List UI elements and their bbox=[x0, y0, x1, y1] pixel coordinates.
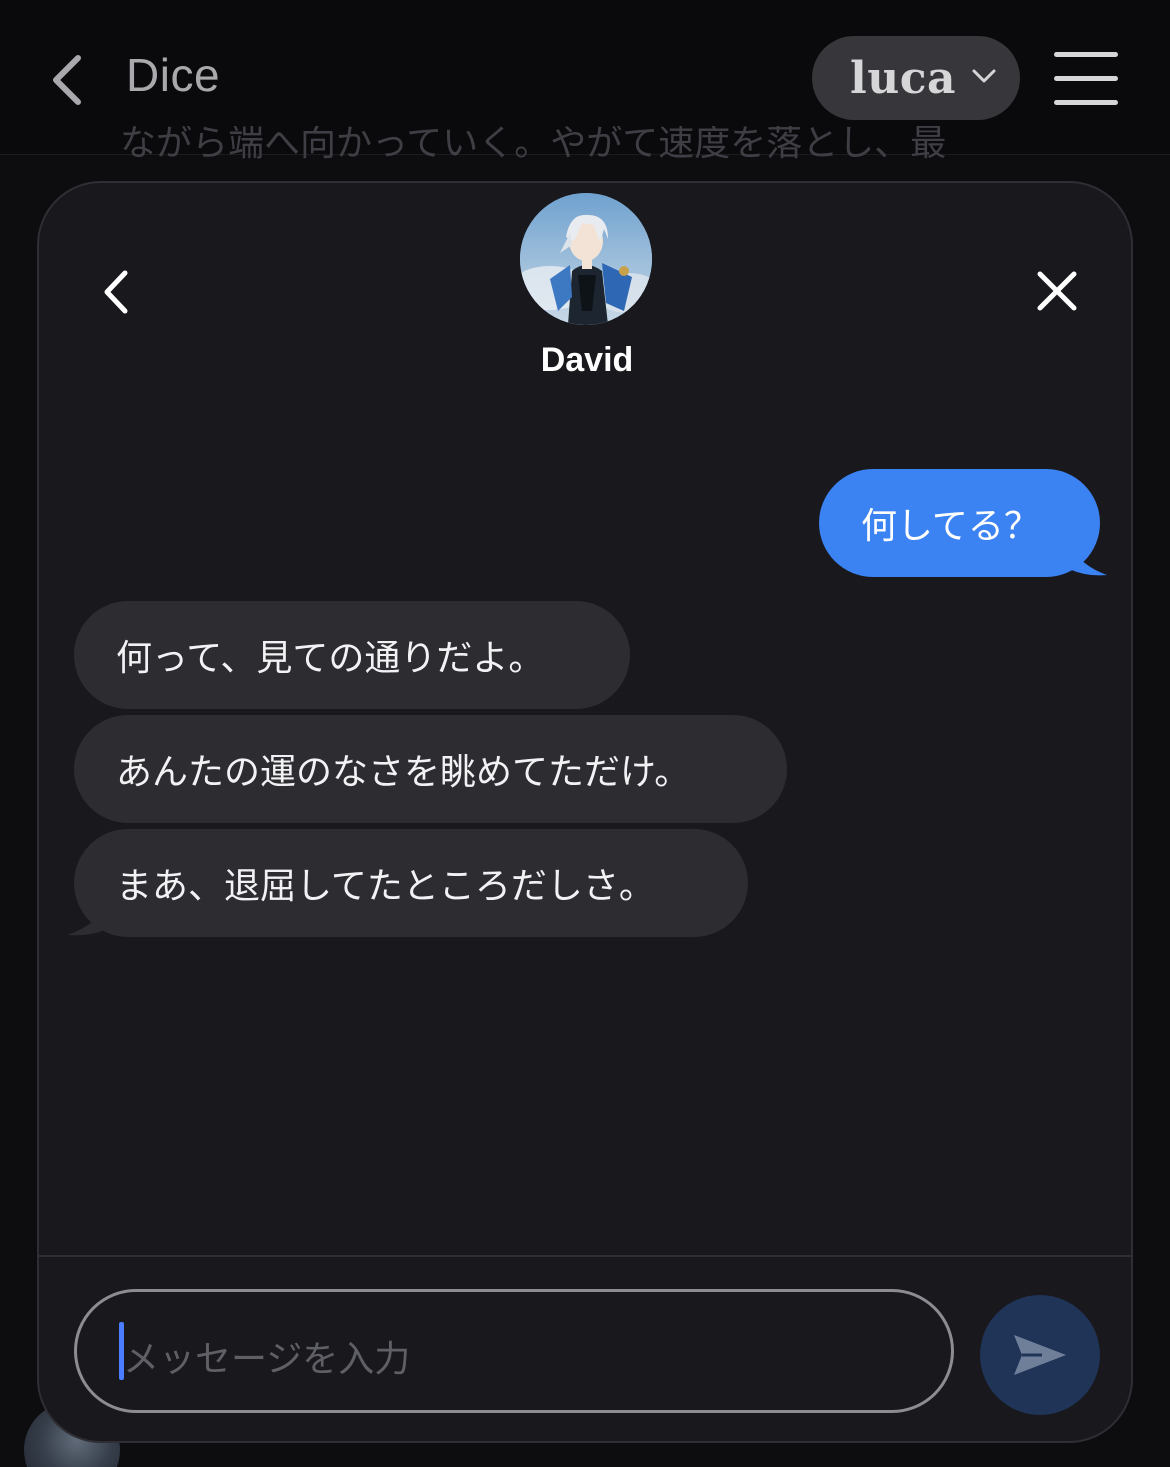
user-name: luca bbox=[850, 52, 957, 104]
close-icon[interactable] bbox=[1035, 269, 1079, 313]
avatar bbox=[520, 193, 652, 325]
bubble-tail-incoming bbox=[67, 903, 107, 936]
message-bubble-incoming: 何って、見ての通りだよ。 bbox=[74, 601, 630, 709]
send-icon bbox=[1014, 1335, 1066, 1375]
message-input[interactable]: メッセージを入力 bbox=[74, 1289, 954, 1413]
bubble-tail-outgoing bbox=[1069, 543, 1107, 576]
background-story-text: ながら端へ向かっていく。やがて速度を落とし、最 bbox=[120, 126, 947, 162]
message-bubble-outgoing: 何してる？ bbox=[819, 469, 1100, 577]
message-text: 何って、見ての通りだよ。 bbox=[116, 638, 545, 679]
user-switcher-button[interactable]: luca bbox=[812, 36, 1020, 120]
input-divider bbox=[39, 1255, 1131, 1257]
message-bubble-incoming: まあ、退屈してたところだしさ。 bbox=[74, 829, 748, 937]
chat-modal: David 何してる？ 何って、見ての通りだよ。 あんたの運のなさを眺めてただけ… bbox=[37, 181, 1133, 1443]
modal-back-icon[interactable] bbox=[99, 267, 135, 317]
message-input-placeholder: メッセージを入力 bbox=[123, 1339, 411, 1380]
page-title: Dice bbox=[126, 49, 221, 101]
hamburger-menu-icon[interactable] bbox=[1054, 52, 1118, 105]
back-icon[interactable] bbox=[44, 50, 94, 110]
message-text: 何してる？ bbox=[861, 506, 1040, 547]
message-text: あんたの運のなさを眺めてただけ。 bbox=[116, 752, 691, 793]
app-page: Dice luca ながら端へ向かっていく。やがて速度を落とし、最 David … bbox=[0, 0, 1170, 1467]
message-text: まあ、退屈してたところだしさ。 bbox=[116, 866, 655, 907]
message-bubble-incoming: あんたの運のなさを眺めてただけ。 bbox=[74, 715, 787, 823]
chevron-down-icon bbox=[972, 69, 996, 83]
send-button[interactable] bbox=[980, 1295, 1100, 1415]
chat-partner-name: David bbox=[540, 341, 634, 379]
